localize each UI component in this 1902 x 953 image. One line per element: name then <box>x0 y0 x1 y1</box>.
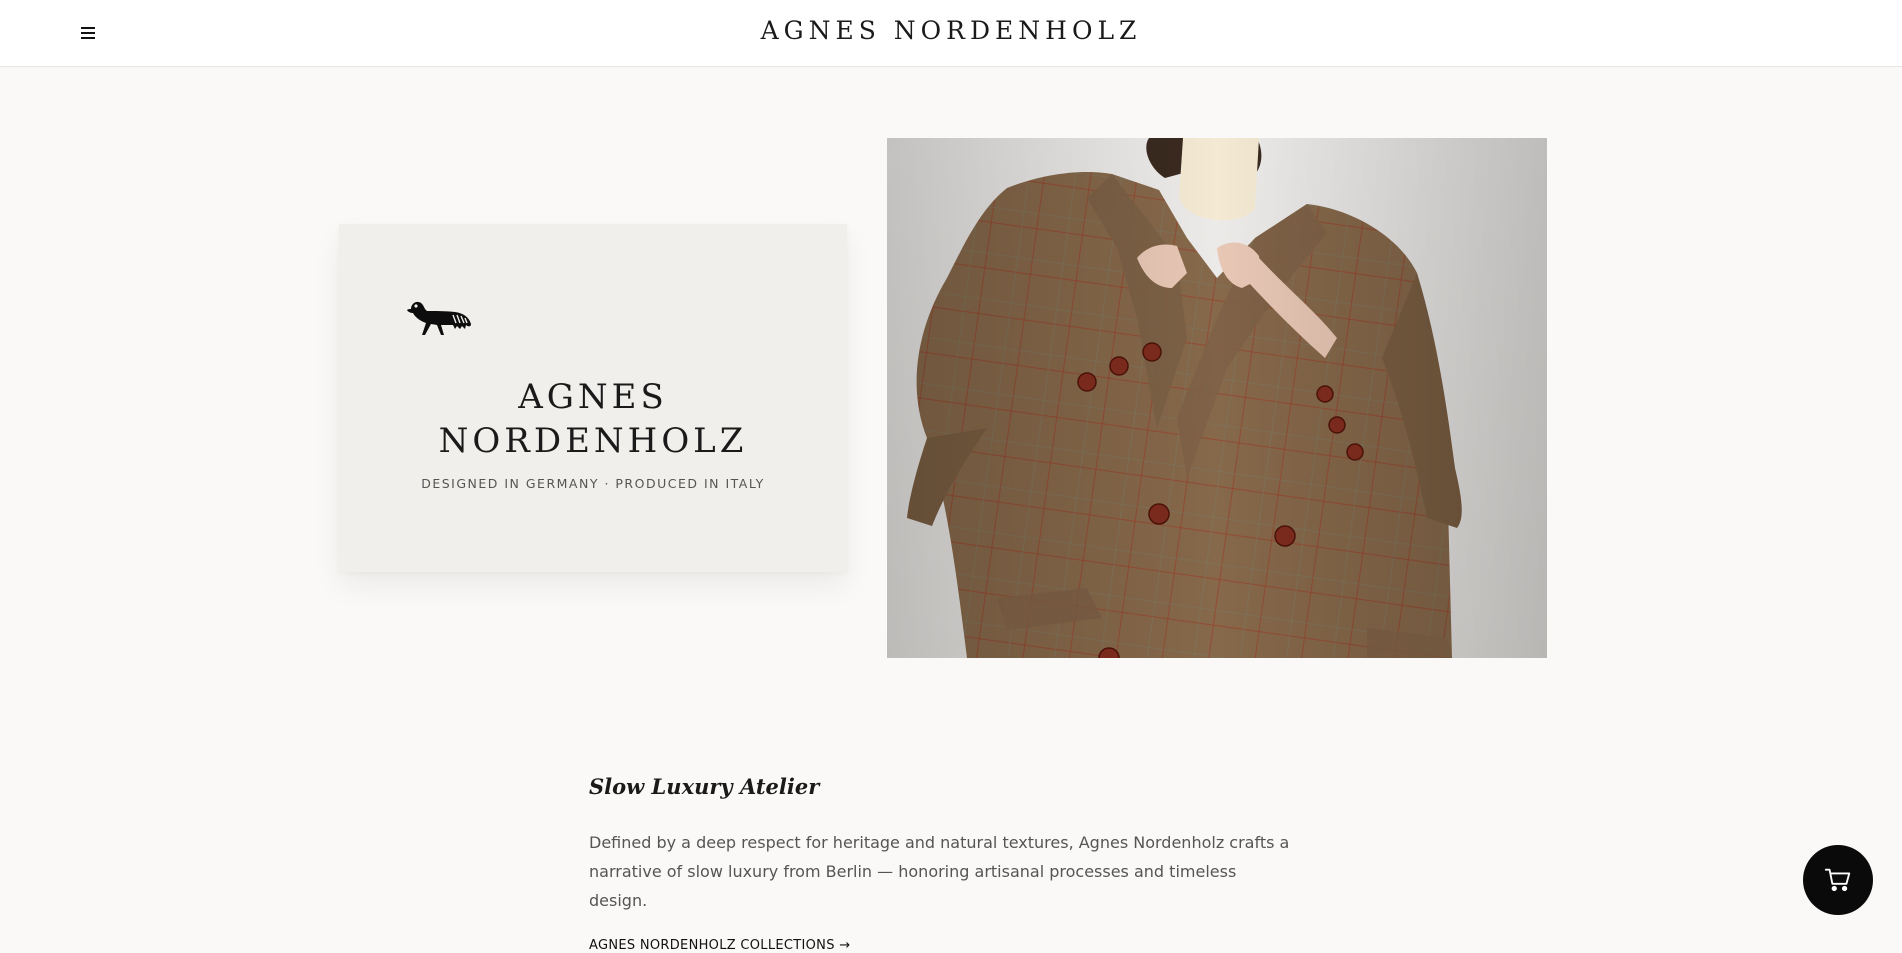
model-in-brown-tweed-blazer-photo <box>887 138 1547 658</box>
collections-link[interactable]: AGNES NORDENHOLZ COLLECTIONS → <box>589 938 850 953</box>
shopping-cart-icon <box>1824 868 1851 892</box>
cart-button[interactable] <box>1803 845 1873 915</box>
top-navigation-bar: AGNES NORDENHOLZ <box>0 0 1902 67</box>
brand-logo-card: AGNES NORDENHOLZ DESIGNED IN GERMANY · P… <box>339 224 847 572</box>
hero-image <box>887 138 1547 658</box>
card-subtitle: DESIGNED IN GERMANY · PRODUCED IN ITALY <box>421 476 765 491</box>
card-title-line-1: AGNES <box>518 377 668 417</box>
card-title: AGNES NORDENHOLZ <box>339 376 847 463</box>
brand-story-section: Slow Luxury Atelier Defined by a deep re… <box>589 774 1309 953</box>
card-title-line-2: NORDENHOLZ <box>438 420 748 461</box>
story-heading: Slow Luxury Atelier <box>589 774 820 799</box>
story-body: Defined by a deep respect for heritage a… <box>589 833 1290 910</box>
horse-logo-icon <box>407 301 471 335</box>
brand-wordmark[interactable]: AGNES NORDENHOLZ <box>0 16 1902 45</box>
